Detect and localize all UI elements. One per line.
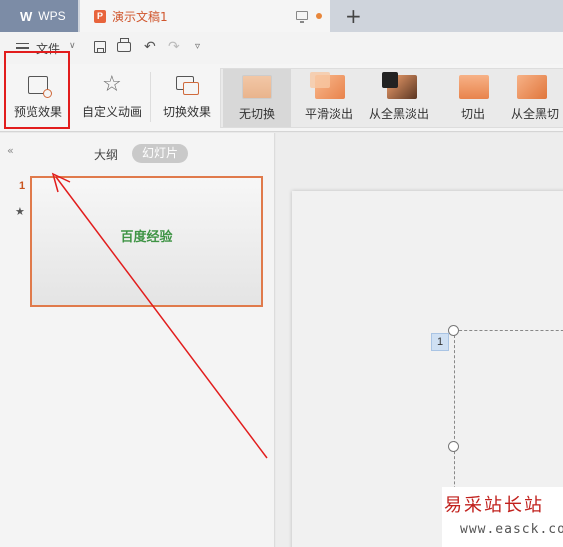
- transition-label: 从全黑淡出: [369, 107, 430, 121]
- slide-editor: 1: [276, 133, 563, 547]
- undo-icon[interactable]: ↶: [144, 39, 156, 55]
- transition-thumbnail: [459, 75, 489, 99]
- transition-thumbnail: [242, 75, 272, 99]
- transition-cut[interactable]: 切出: [445, 69, 501, 127]
- wps-home-tab[interactable]: W WPS: [0, 0, 78, 32]
- chevron-down-icon[interactable]: ∨: [69, 41, 76, 51]
- transition-label: 切出: [461, 107, 486, 121]
- transition-label: 平滑淡出: [305, 107, 354, 121]
- new-tab-button[interactable]: +: [345, 4, 362, 28]
- title-bar: W WPS P 演示文稿1 +: [0, 0, 563, 32]
- slide-number: 1: [19, 180, 26, 192]
- tab-slides[interactable]: 幻灯片: [132, 144, 188, 163]
- presentation-file-icon: P: [94, 9, 106, 23]
- wps-logo-icon: W: [20, 8, 33, 24]
- redo-icon[interactable]: ↷: [168, 39, 180, 55]
- ribbon-toolbar: 预览效果 ☆ 自定义动画 切换效果 无切换 平滑淡出 从全黑淡出 切出 从全黑切: [0, 64, 563, 132]
- animation-star-icon: ★: [15, 205, 25, 218]
- print-icon[interactable]: [117, 38, 131, 52]
- unsaved-dot-icon: [316, 13, 322, 19]
- document-tab[interactable]: P 演示文稿1: [80, 0, 330, 32]
- site-watermark: 易采站长站 www.easck.com: [442, 487, 563, 547]
- file-menu[interactable]: 文件: [36, 40, 60, 57]
- ribbon-divider: [150, 72, 151, 122]
- preview-effect-label: 预览效果: [13, 105, 62, 119]
- transition-thumbnail: [310, 72, 345, 99]
- star-animation-icon: ☆: [102, 72, 122, 97]
- watermark-url: www.easck.com: [460, 522, 563, 537]
- monitor-icon[interactable]: [296, 11, 308, 23]
- transition-fade-from-black[interactable]: 从全黑淡出: [367, 69, 437, 127]
- collapse-panel-icon[interactable]: «: [7, 144, 14, 157]
- document-tab-title: 演示文稿1: [112, 9, 168, 24]
- transition-none[interactable]: 无切换: [223, 69, 291, 127]
- switch-slides-icon: [176, 76, 199, 95]
- transition-label: 从全黑切: [511, 107, 560, 121]
- wps-tab-label: WPS: [38, 9, 66, 23]
- watermark-title: 易采站长站: [444, 495, 544, 516]
- customize-dropdown-icon[interactable]: ▿: [195, 41, 200, 52]
- transition-thumbnail: [517, 75, 547, 99]
- slide-thumbnail-title: 百度经验: [120, 230, 173, 245]
- slide-thumbnail[interactable]: 百度经验: [30, 176, 263, 307]
- save-icon[interactable]: [94, 41, 106, 53]
- tab-outline[interactable]: 大纲: [94, 146, 118, 163]
- transition-label: 无切换: [239, 107, 276, 121]
- placeholder-number-badge: 1: [431, 333, 449, 351]
- transition-thumbnail: [382, 72, 417, 99]
- switch-effect-button[interactable]: 切换效果: [158, 68, 216, 128]
- slide-panel: « 大纲 幻灯片 1 ★ 百度经验: [0, 133, 275, 547]
- transition-gallery: 无切换 平滑淡出 从全黑淡出 切出 从全黑切: [220, 68, 563, 128]
- custom-animation-label: 自定义动画: [81, 105, 142, 119]
- quick-access-bar: 文件 ∨ ↶ ↷ ▿: [0, 32, 563, 64]
- switch-effect-label: 切换效果: [162, 105, 211, 119]
- resize-handle[interactable]: [448, 441, 459, 452]
- transition-cut-from-black[interactable]: 从全黑切: [507, 69, 563, 127]
- transition-smooth-fade[interactable]: 平滑淡出: [297, 69, 363, 127]
- hamburger-menu-icon[interactable]: [16, 43, 29, 53]
- preview-effect-button[interactable]: 预览效果: [6, 68, 70, 128]
- custom-animation-button[interactable]: ☆ 自定义动画: [78, 68, 146, 128]
- preview-icon: [28, 76, 52, 98]
- resize-handle[interactable]: [448, 325, 459, 336]
